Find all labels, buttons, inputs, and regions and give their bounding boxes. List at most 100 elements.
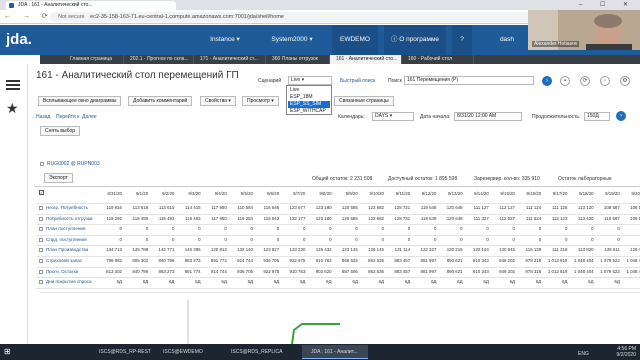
table-cell[interactable]: 0 [545,226,567,231]
table-cell[interactable]: 6Д [257,279,279,284]
table-cell[interactable]: 116 546 [257,205,280,210]
table-cell[interactable]: 119 816 [100,205,122,210]
quick-search-link[interactable]: Быстрый поиск [340,78,375,84]
table-cell[interactable]: 0 [388,226,410,231]
table-cell[interactable]: 6Д [283,279,305,284]
row-label[interactable]: Прогн. Остатки [46,269,78,274]
table-cell[interactable]: 0 [493,226,515,231]
table-cell[interactable]: 6Д [100,279,122,284]
goto-link[interactable]: Перейти к [56,114,79,120]
table-cell[interactable]: 0 [126,226,148,231]
table-cell[interactable]: 0 [598,237,619,242]
table-cell[interactable]: 110 597 [598,216,620,221]
table-cell[interactable]: 123 682 [362,205,384,210]
table-cell[interactable]: 108 583 [624,205,640,210]
table-cell[interactable]: 0 [519,226,541,231]
table-cell[interactable]: 0 [152,226,174,231]
table-cell[interactable]: 978 318 [519,269,541,274]
instance-menu[interactable]: Instance ▾ [200,25,250,55]
table-cell[interactable]: 6Д [493,279,515,284]
table-cell[interactable]: 115 490 [126,216,149,221]
table-cell[interactable]: 123 180 [310,205,332,210]
table-cell[interactable]: 115 493 [152,216,175,221]
table-cell[interactable]: 0 [467,226,488,231]
table-cell[interactable]: 949 202 [493,269,515,274]
table-cell[interactable]: 115 543 [257,216,280,221]
table-cell[interactable]: 108 587 [598,205,620,210]
table-cell[interactable]: 0 [179,226,200,231]
table-cell[interactable]: 890 621 [441,258,463,263]
table-cell[interactable]: 142 771 [152,247,175,252]
table-cell[interactable]: 133 230 [283,247,306,252]
table-cell[interactable]: 6Д [362,279,384,284]
table-cell[interactable]: 145 789 [126,247,148,252]
table-cell[interactable]: 0 [231,237,253,242]
table-cell[interactable]: 881 997 [414,258,437,263]
table-cell[interactable]: 0 [388,237,410,242]
table-cell[interactable]: 113 615 [152,205,175,210]
row-label[interactable]: План Производства [46,247,88,252]
table-cell[interactable]: 122 177 [283,216,306,221]
table-cell[interactable]: 122 327 [414,247,437,252]
module-tab-1[interactable]: 202.1 - Прогноз по скла... [124,55,194,64]
table-cell[interactable]: 0 [441,237,462,242]
popup-chart-button[interactable]: Всплывающее окно диаграммы [38,96,122,106]
select-all-checkbox[interactable]: ✓ [39,190,44,195]
table-cell[interactable]: 120 585 [336,216,358,221]
scenario-option[interactable]: ESP_18M [288,94,330,101]
table-cell[interactable]: 0 [283,237,305,242]
linked-pages-button[interactable]: Связанные страницы [334,96,394,106]
table-cell[interactable]: 840 796 [126,269,148,274]
search-select[interactable]: 161 Перемещения (Р) [404,76,534,85]
table-cell[interactable]: 863 535 [362,258,384,263]
table-cell[interactable]: 1 012 819 [545,269,568,274]
scenario-select[interactable]: Live ▾ [288,76,332,85]
table-cell[interactable]: 120 545 [493,247,515,252]
table-cell[interactable]: 6Д [231,279,253,284]
row-label[interactable]: Дни покрытия спроса [46,279,92,284]
table-cell[interactable]: 887 506 [336,269,358,274]
add-comment-button[interactable]: Добавить комментарий [128,96,193,106]
table-cell[interactable]: 116 254 [231,216,253,221]
table-cell[interactable]: 0 [572,226,593,231]
table-cell[interactable]: 1 048 404 [624,258,640,263]
table-cell[interactable]: 891 774 [205,258,227,263]
user-menu[interactable]: dash [492,25,522,55]
row-checkbox[interactable] [39,216,43,221]
save-icon[interactable]: ▪ [560,76,570,86]
table-cell[interactable]: 119 549 [414,216,437,221]
table-cell[interactable]: 6Д [126,279,148,284]
scenario-option[interactable]: Live [288,87,330,94]
table-cell[interactable]: 0 [362,226,384,231]
table-cell[interactable]: 120 585 [336,205,358,210]
table-cell[interactable]: 0 [152,237,174,242]
table-cell[interactable]: 1 048 404 [624,269,640,274]
module-tab-2[interactable]: 171 - Аналитический ст... [194,55,266,64]
table-cell[interactable]: 116 463 [179,216,201,221]
row-label[interactable]: Потребность отгрузки [46,216,92,221]
scenario-option-selected[interactable]: ESP_SS_SIM [288,101,330,108]
table-cell[interactable]: 903 620 [310,269,332,274]
table-cell[interactable]: 869 525 [336,258,358,263]
taskbar-item[interactable]: ISCS@RDS_REPLICA [222,345,288,359]
table-cell[interactable]: 126 413 [624,247,640,252]
table-cell[interactable]: 936 705 [257,258,279,263]
table-cell[interactable]: 111 524 [519,216,541,221]
table-cell[interactable]: 883 273 [179,258,201,263]
table-cell[interactable]: 914 744 [205,269,227,274]
table-cell[interactable]: 0 [100,226,122,231]
row-label[interactable]: Спрд. поступления [46,237,87,242]
table-cell[interactable]: 891 774 [179,269,201,274]
table-cell[interactable]: 0 [336,237,357,242]
table-cell[interactable]: 0 [205,226,226,231]
table-cell[interactable]: 6Д [598,279,619,284]
table-cell[interactable]: 949 202 [493,258,515,263]
item-link[interactable]: RUG0002 @ RUPN003 [47,161,100,167]
window-controls[interactable]: – ☐ ✕ [579,0,636,10]
table-cell[interactable]: 799 882 [100,258,122,263]
row-checkbox[interactable] [39,259,43,263]
url-field[interactable]: Not secure ec2-35-158-163-71.eu-central-… [50,12,570,22]
table-cell[interactable]: 936 705 [231,269,253,274]
table-cell[interactable]: 6Д [624,279,640,284]
view-button[interactable]: Просмотр ▾ [242,96,279,106]
